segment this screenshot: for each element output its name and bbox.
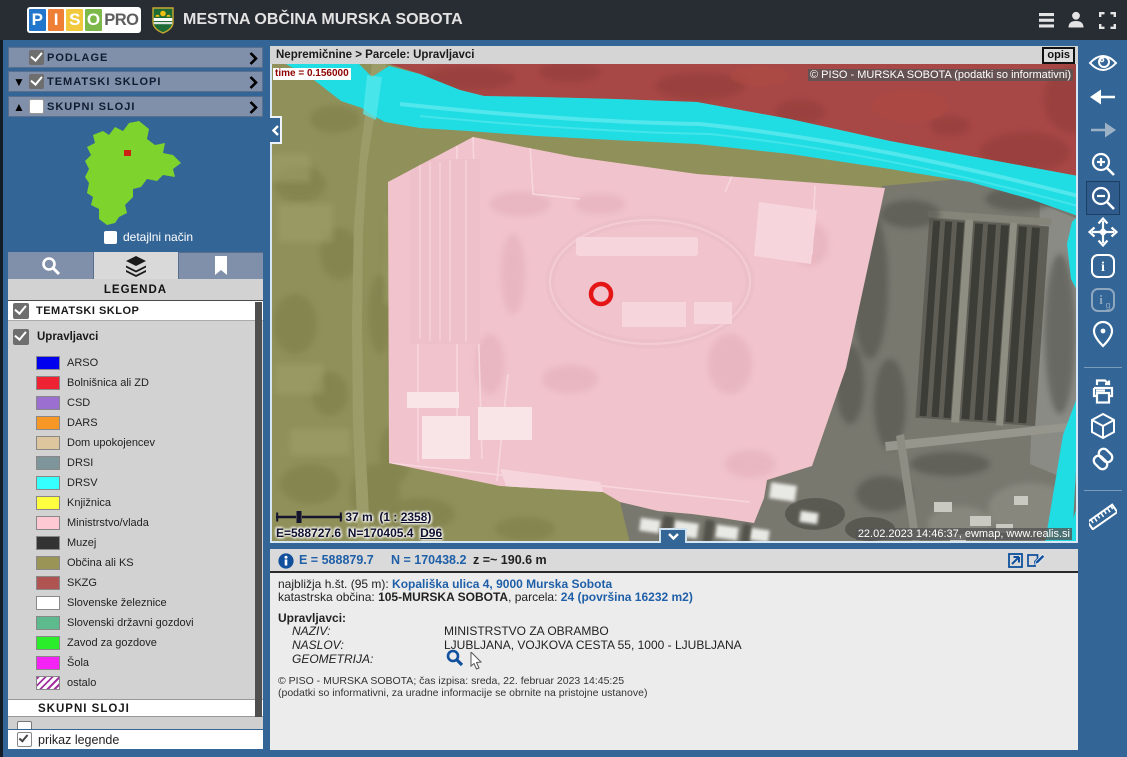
svg-text:i: i xyxy=(1101,260,1105,275)
svg-text:i: i xyxy=(1099,292,1103,307)
svg-text:g: g xyxy=(1105,300,1110,310)
